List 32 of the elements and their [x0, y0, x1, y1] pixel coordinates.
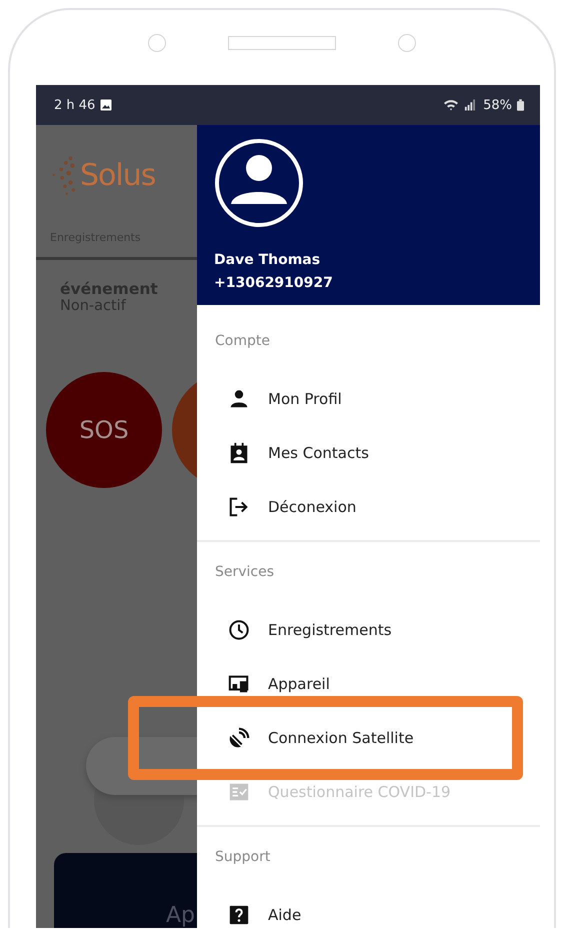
- wifi-icon: [443, 99, 460, 111]
- user-phone: +13062910927: [214, 275, 334, 291]
- person-icon: [228, 388, 250, 410]
- devices-icon: [228, 673, 250, 695]
- signal-icon: [464, 99, 476, 111]
- menu-item[interactable]: Connexion Satellite: [197, 711, 540, 765]
- menu-item[interactable]: Mon Profil: [197, 372, 540, 426]
- battery-icon: [517, 99, 524, 111]
- bottom-card-label: Ap: [166, 903, 196, 928]
- menu-item[interactable]: Mes Contacts: [197, 426, 540, 480]
- avatar-icon: [214, 138, 304, 228]
- app-logo: Solus: [80, 158, 156, 192]
- checklist-icon: [228, 781, 250, 803]
- sos-button[interactable]: SOS: [46, 372, 162, 488]
- menu-item[interactable]: Déconexion: [197, 480, 540, 534]
- contact-card-icon: [228, 442, 250, 464]
- image-icon: [100, 99, 112, 111]
- sensor-icon: [398, 34, 416, 52]
- user-name: Dave Thomas: [214, 252, 322, 268]
- satellite-dish-icon: [228, 727, 250, 749]
- camera-icon: [148, 34, 166, 52]
- section-title: Compte: [214, 332, 271, 351]
- clock-icon: [228, 619, 250, 641]
- logout-icon: [228, 496, 250, 518]
- section-title: Services: [214, 563, 276, 582]
- status-time: 2 h 46: [54, 98, 96, 112]
- battery-level: 58%: [483, 98, 512, 112]
- menu-item[interactable]: Aide: [197, 888, 540, 928]
- menu-item[interactable]: Enregistrements: [197, 603, 540, 657]
- menu-item[interactable]: Appareil: [197, 657, 540, 711]
- section-title: Support: [214, 848, 272, 867]
- logo-icon: [50, 154, 78, 196]
